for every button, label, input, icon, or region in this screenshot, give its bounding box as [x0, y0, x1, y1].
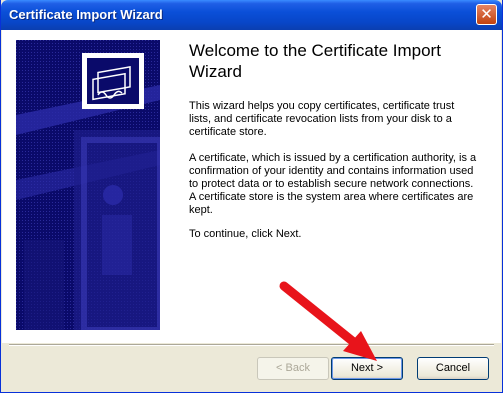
page-title: Welcome to the Certificate Import Wizard — [189, 41, 441, 81]
window-title: Certificate Import Wizard — [9, 7, 163, 22]
certificate-description: A certificate, which is issued by a cert… — [189, 152, 477, 216]
close-button[interactable]: ✕ — [476, 4, 497, 25]
wizard-side-banner — [16, 40, 160, 330]
continue-instruction: To continue, click Next. — [189, 228, 302, 240]
next-button[interactable]: Next > — [331, 357, 403, 380]
certificate-icon — [82, 53, 144, 109]
cancel-button[interactable]: Cancel — [417, 357, 489, 380]
back-button[interactable]: < Back — [257, 357, 329, 380]
title-bar[interactable]: Certificate Import Wizard ✕ — [1, 0, 502, 30]
close-icon: ✕ — [480, 5, 493, 23]
wizard-window: Certificate Import Wizard ✕ Welcome to t… — [0, 0, 503, 393]
button-divider — [9, 344, 494, 346]
banner-graphic — [16, 40, 160, 330]
wizard-content: Welcome to the Certificate Import Wizard… — [2, 30, 501, 343]
intro-paragraph: This wizard helps you copy certificates,… — [189, 100, 455, 138]
